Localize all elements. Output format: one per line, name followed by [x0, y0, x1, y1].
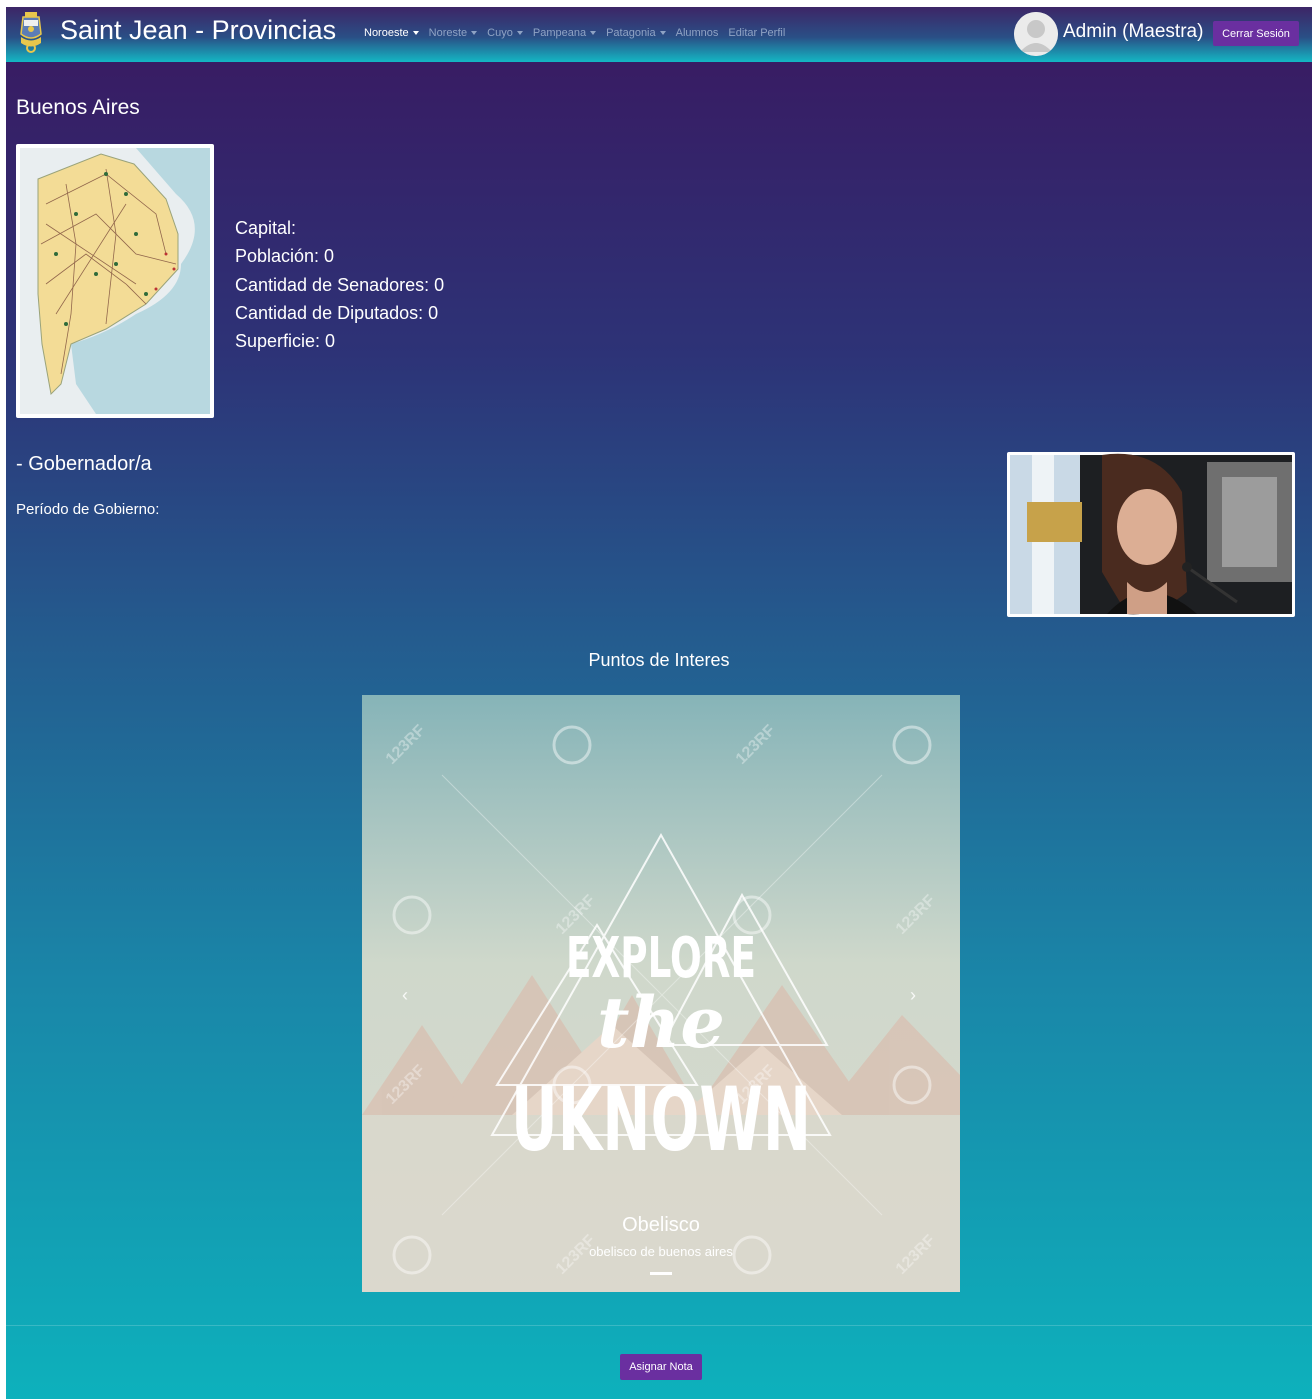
map-drawing: [20, 148, 210, 414]
surface-label: Superficie: 0: [235, 331, 336, 352]
governor-photo-drawing: [1010, 453, 1292, 615]
navbar: Saint Jean - Provincias Noroeste Noreste…: [6, 7, 1312, 62]
menu-cuyo[interactable]: Cuyo: [487, 27, 523, 39]
caret-down-icon: [471, 31, 478, 35]
caret-down-icon: [659, 31, 666, 35]
province-map-image: [16, 144, 214, 418]
province-title: Buenos Aires: [16, 96, 140, 119]
menu-patagonia-label: Patagonia: [606, 27, 656, 39]
capital-label: Capital:: [235, 218, 297, 238]
main-menu: Noroeste Noreste Cuyo Pampeana Patagonia…: [364, 27, 785, 39]
menu-alumnos[interactable]: Alumnos: [676, 27, 719, 39]
coat-of-arms-icon[interactable]: [18, 12, 44, 54]
senators-label: Cantidad de Senadores: 0: [235, 274, 445, 295]
brand-title[interactable]: Saint Jean - Provincias: [60, 15, 336, 46]
image-text-uknown: UKNOWN: [511, 1068, 811, 1171]
population-label: Población: 0: [235, 246, 335, 267]
caret-down-icon: [590, 31, 597, 35]
user-avatar-icon[interactable]: [1014, 12, 1058, 56]
caret-down-icon: [516, 31, 523, 35]
province-info: Capital: Población: 0 Cantidad de Senado…: [235, 214, 444, 355]
logout-button[interactable]: Cerrar Sesión: [1213, 21, 1299, 46]
governor-title: - Gobernador/a: [16, 453, 152, 475]
menu-alumnos-label: Alumnos: [675, 27, 719, 39]
image-text-the: the: [597, 981, 725, 1064]
menu-editar-perfil[interactable]: Editar Perfil: [728, 27, 785, 39]
menu-editar-perfil-label: Editar Perfil: [728, 27, 786, 39]
menu-noreste-label: Noreste: [428, 27, 468, 39]
page: Saint Jean - Provincias Noroeste Noreste…: [6, 7, 1312, 1399]
deputies-label: Cantidad de Diputados: 0: [235, 302, 439, 323]
avatar-silhouette: [1014, 12, 1058, 56]
menu-noroeste[interactable]: Noroeste: [364, 27, 419, 39]
menu-patagonia[interactable]: Patagonia: [606, 27, 666, 39]
menu-noroeste-label: Noroeste: [364, 27, 409, 39]
points-title: Puntos de Interes: [588, 650, 730, 670]
user-name[interactable]: Admin (Maestra): [1063, 21, 1203, 43]
carousel-indicator[interactable]: [650, 1272, 672, 1275]
governor-photo: [1007, 452, 1295, 617]
assign-grade-button[interactable]: Asignar Nota: [620, 1354, 702, 1380]
carousel-slide-image: 123RF 123RF 123RF 123RF 123RF 123RF 123R…: [362, 695, 960, 1292]
menu-noreste[interactable]: Noreste: [429, 27, 478, 39]
points-carousel[interactable]: 123RF 123RF 123RF 123RF 123RF 123RF 123R…: [362, 695, 960, 1292]
menu-pampeana-label: Pampeana: [532, 27, 587, 39]
governor-period: Período de Gobierno:: [16, 501, 160, 518]
chevron-left-icon[interactable]: ‹: [402, 985, 408, 1006]
footer-divider: [6, 1325, 1312, 1326]
menu-cuyo-label: Cuyo: [487, 27, 513, 39]
caret-down-icon: [412, 31, 419, 35]
slide-title: Obelisco: [622, 1214, 700, 1236]
slide-subtitle: obelisco de buenos aires: [589, 1244, 733, 1259]
menu-pampeana[interactable]: Pampeana: [532, 27, 597, 39]
chevron-right-icon[interactable]: ›: [910, 985, 916, 1006]
